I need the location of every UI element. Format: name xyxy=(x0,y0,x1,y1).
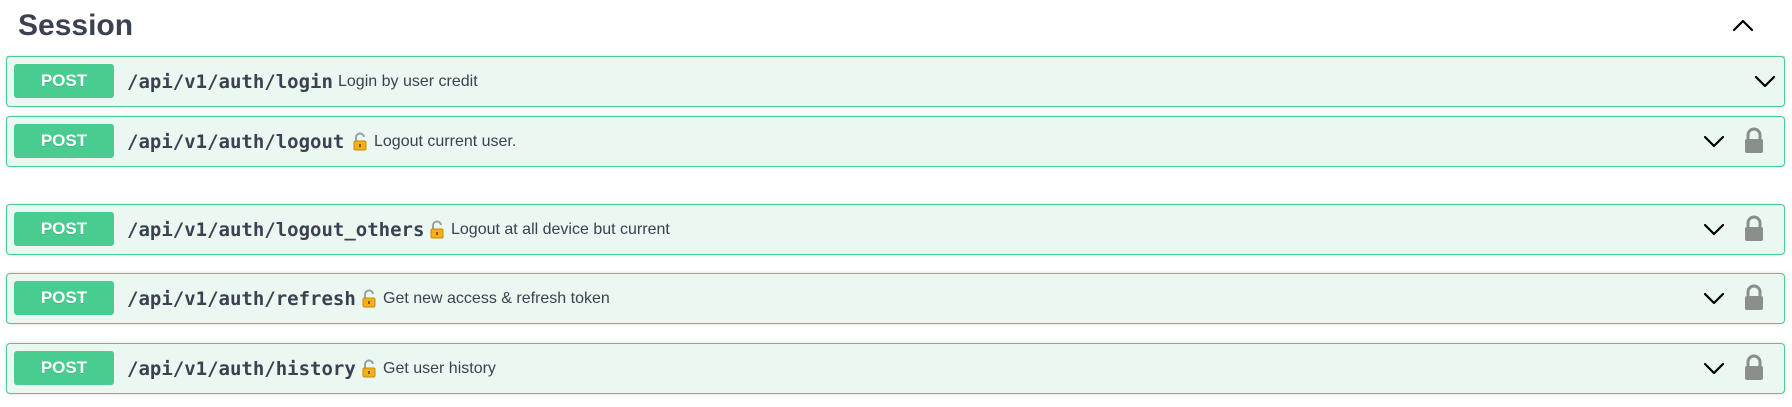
expand-operation-button[interactable] xyxy=(1700,286,1728,312)
operation-description: Login by user credit xyxy=(338,73,478,90)
authorize-lock-button[interactable] xyxy=(1741,214,1767,244)
operation-path: /api/v1/auth/login xyxy=(127,71,333,93)
lock-icon xyxy=(1745,284,1763,310)
operation-logout-others[interactable]: POST /api/v1/auth/logout_others Logout a… xyxy=(6,204,1785,255)
operation-path: /api/v1/auth/history xyxy=(127,358,356,380)
section-header[interactable]: Session xyxy=(6,0,1785,57)
expand-operation-button[interactable] xyxy=(1700,217,1728,243)
chevron-down-icon xyxy=(1754,75,1776,88)
authorize-lock-button[interactable] xyxy=(1741,126,1767,156)
open-lock-icon xyxy=(429,220,445,240)
operation-description: Logout current user. xyxy=(374,133,517,150)
chevron-down-icon xyxy=(1703,135,1725,148)
chevron-up-icon xyxy=(1732,19,1754,32)
expand-operation-button[interactable] xyxy=(1700,356,1728,382)
open-lock-icon xyxy=(361,359,377,379)
lock-icon xyxy=(1745,127,1763,153)
authorize-lock-button[interactable] xyxy=(1741,353,1767,383)
chevron-down-icon xyxy=(1703,362,1725,375)
section-title: Session xyxy=(18,9,134,42)
operation-refresh[interactable]: POST /api/v1/auth/refresh Get new access… xyxy=(6,273,1785,324)
method-badge: POST xyxy=(14,351,114,385)
lock-icon xyxy=(1745,354,1763,380)
method-badge: POST xyxy=(14,64,114,98)
operation-history[interactable]: POST /api/v1/auth/history Get user histo… xyxy=(6,343,1785,394)
method-badge: POST xyxy=(14,281,114,315)
operation-path: /api/v1/auth/logout_others xyxy=(127,219,425,241)
chevron-down-icon xyxy=(1703,292,1725,305)
chevron-down-icon xyxy=(1703,223,1725,236)
authorize-lock-button[interactable] xyxy=(1741,283,1767,313)
operation-path: /api/v1/auth/logout xyxy=(127,131,345,153)
expand-operation-button[interactable] xyxy=(1751,69,1779,95)
operation-login[interactable]: POST /api/v1/auth/login Login by user cr… xyxy=(6,56,1785,107)
open-lock-icon xyxy=(352,132,368,152)
method-badge: POST xyxy=(14,212,114,246)
expand-operation-button[interactable] xyxy=(1700,129,1728,155)
collapse-section-button[interactable] xyxy=(1725,10,1761,40)
operation-description: Get user history xyxy=(383,360,496,377)
method-badge: POST xyxy=(14,124,114,158)
operation-description: Get new access & refresh token xyxy=(383,290,610,307)
operation-description: Logout at all device but current xyxy=(451,221,670,238)
operation-logout[interactable]: POST /api/v1/auth/logout Logout current … xyxy=(6,116,1785,167)
open-lock-icon xyxy=(361,289,377,309)
operation-path: /api/v1/auth/refresh xyxy=(127,288,356,310)
lock-icon xyxy=(1745,215,1763,241)
